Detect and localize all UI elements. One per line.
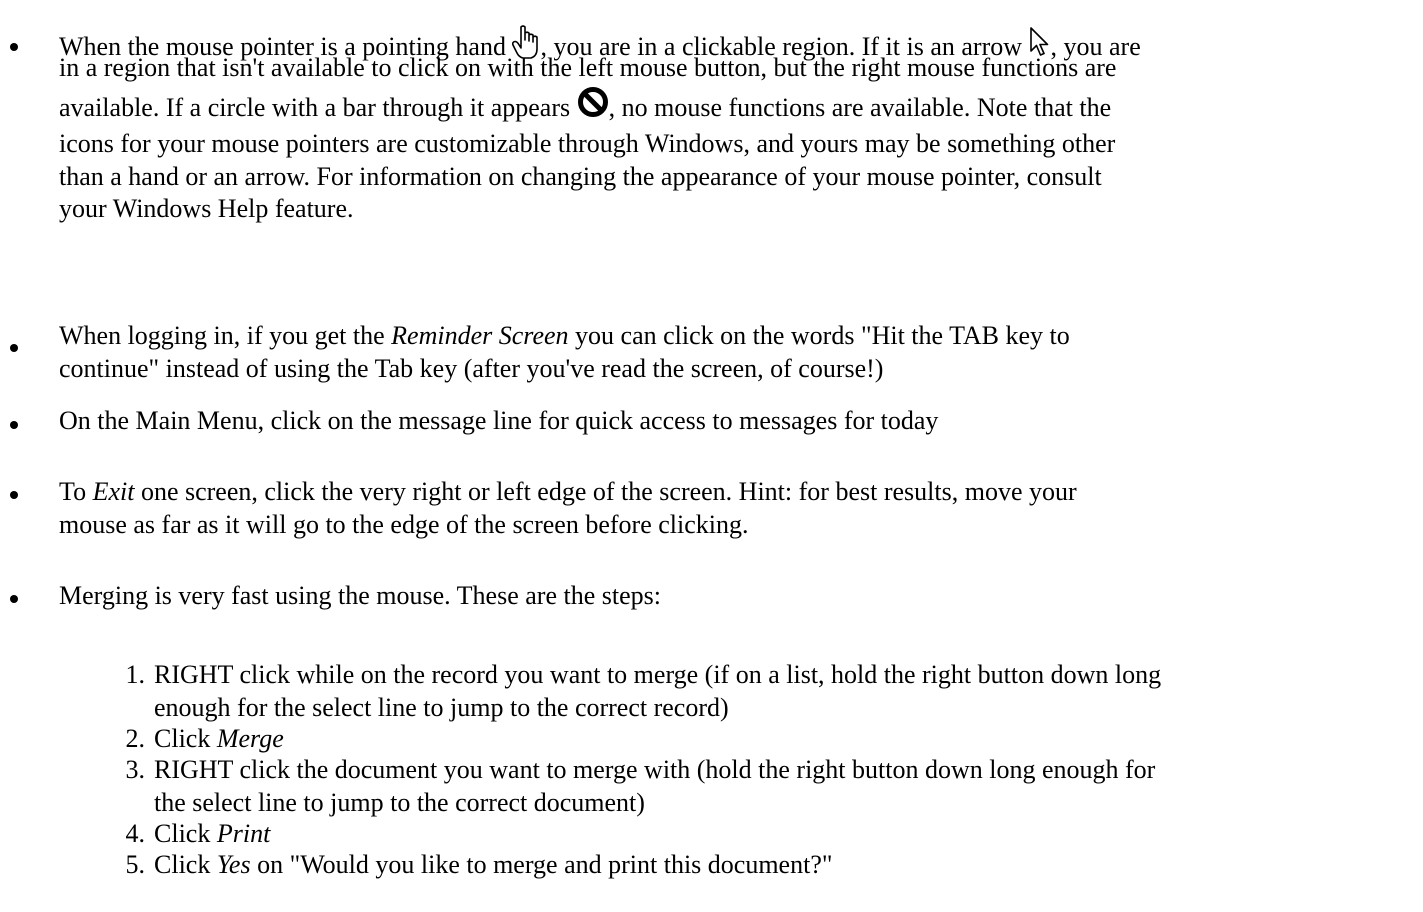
step-text: RIGHT click while on the record you want…	[154, 659, 1414, 724]
text-line: than a hand or an arrow. For information…	[59, 161, 1102, 191]
bullet-dot	[10, 421, 18, 429]
no-symbol-icon	[577, 86, 609, 118]
bullet-text: When logging in, if you get the Reminder…	[59, 320, 1409, 385]
text-line: Click Merge	[154, 724, 284, 753]
text-line: To Exit one screen, click the very right…	[59, 477, 1077, 506]
step-number: 4.	[125, 819, 146, 848]
pointing-hand-icon	[512, 25, 540, 61]
text-line: On the Main Menu, click on the message l…	[59, 406, 939, 435]
step-text: Click Print	[154, 818, 1414, 851]
step-text: RIGHT click the document you want to mer…	[154, 754, 1414, 819]
text-line: the select line to jump to the correct d…	[154, 787, 645, 817]
text-line: Click Yes on "Would you like to merge an…	[154, 850, 833, 879]
step-number: 3.	[125, 755, 146, 784]
text-line: When logging in, if you get the Reminder…	[59, 321, 1070, 350]
text-line: mouse as far as it will go to the edge o…	[59, 509, 749, 539]
bullet-dot	[10, 344, 18, 352]
text-line: When the mouse pointer is a pointing han…	[59, 19, 1409, 61]
arrow-pointer-icon	[1029, 27, 1051, 57]
text-line: RIGHT click while on the record you want…	[154, 660, 1162, 689]
text-line: in a region that isn't available to clic…	[59, 52, 1117, 82]
text-line: icons for your mouse pointers are custom…	[59, 129, 1116, 158]
bullet-dot	[10, 43, 18, 51]
step-text: Click Merge	[154, 723, 1414, 756]
text-line: your Windows Help feature.	[59, 194, 354, 223]
step-number: 1.	[125, 660, 146, 689]
text-line: continue" instead of using the Tab key (…	[59, 353, 884, 383]
bullet-text: When the mouse pointer is a pointing han…	[59, 19, 1409, 226]
step-number: 5.	[125, 850, 146, 879]
text-line: Click Print	[154, 819, 271, 848]
document-page: When the mouse pointer is a pointing han…	[0, 0, 1423, 912]
step-text: Click Yes on "Would you like to merge an…	[154, 849, 1414, 882]
bullet-dot	[10, 595, 18, 603]
text-line: enough for the select line to jump to th…	[154, 692, 729, 722]
text-line: Merging is very fast using the mouse. Th…	[59, 581, 661, 610]
bullet-dot	[10, 491, 18, 499]
step-number: 2.	[125, 724, 146, 753]
bullet-text: To Exit one screen, click the very right…	[59, 476, 1409, 541]
bullet-text: On the Main Menu, click on the message l…	[59, 405, 1409, 438]
text-line: available. If a circle with a bar throug…	[59, 84, 1409, 128]
bullet-text: Merging is very fast using the mouse. Th…	[59, 580, 1409, 613]
text-line: RIGHT click the document you want to mer…	[154, 755, 1156, 784]
